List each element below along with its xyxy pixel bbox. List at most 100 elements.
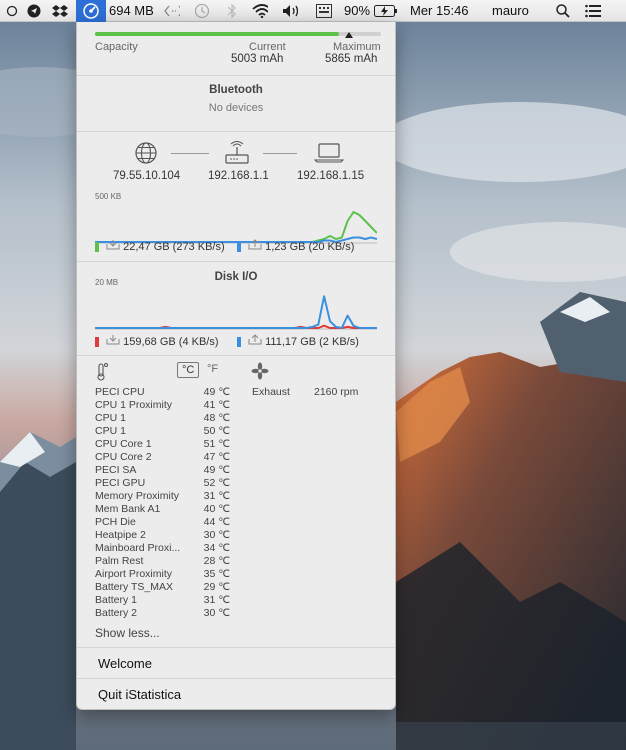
read-swatch xyxy=(95,337,99,348)
sensor-name: Mem Bank A1 xyxy=(95,503,161,515)
sensor-value: 47 ℃ xyxy=(203,451,230,463)
connector-line xyxy=(263,153,297,154)
sensor-row: PCH Die 44 ℃ xyxy=(95,516,230,529)
menu-bar: 694 MB 90% Mer 15:46 mauro xyxy=(0,0,626,22)
sensor-name: Battery 2 xyxy=(95,607,138,619)
sensor-value: 48 ℃ xyxy=(203,412,230,424)
sensor-name: PCH Die xyxy=(95,516,136,528)
write-total: 111,17 GB (2 KB/s) xyxy=(265,336,359,348)
battery-capacity-marker xyxy=(345,32,353,38)
circle-icon[interactable] xyxy=(4,3,20,19)
show-less-link[interactable]: Show less... xyxy=(95,626,160,640)
sensor-name: Battery TS_MAX xyxy=(95,581,174,593)
current-label: Current xyxy=(249,41,286,53)
current-value: 5003 mAh xyxy=(231,53,284,65)
send-icon[interactable] xyxy=(26,3,42,19)
upload-legend: 1,23 GB (20 KB/s) xyxy=(237,239,354,253)
sensor-value: 49 ℃ xyxy=(203,464,230,476)
network-scale-label: 500 KB xyxy=(95,192,122,201)
sensor-row: PECI SA 49 ℃ xyxy=(95,464,230,477)
disk-section: 20 MB Disk I/O 159,68 GB (4 KB/s) 111,17… xyxy=(77,262,395,356)
spotlight-search-icon[interactable] xyxy=(555,3,571,19)
wifi-icon[interactable] xyxy=(252,3,268,19)
sensor-row: Mainboard Proxi... 34 ℃ xyxy=(95,542,230,555)
dropbox-icon[interactable] xyxy=(52,3,68,19)
thermometer-icon xyxy=(95,362,109,387)
sensor-value: 41 ℃ xyxy=(203,399,230,411)
sensor-value: 51 ℃ xyxy=(203,438,230,450)
sensor-row: Battery 1 31 ℃ xyxy=(95,594,230,607)
sensor-name: Airport Proximity xyxy=(95,568,173,580)
write-series-line xyxy=(95,295,377,329)
memory-usage[interactable]: 694 MB xyxy=(109,3,154,19)
upload-total: 1,23 GB (20 KB/s) xyxy=(265,241,355,253)
sensor-row: PECI GPU 52 ℃ xyxy=(95,477,230,490)
maximum-label: Maximum xyxy=(333,41,381,53)
user-name[interactable]: mauro xyxy=(492,3,529,19)
sensor-name: PECI CPU xyxy=(95,386,145,398)
connector-line xyxy=(171,153,209,154)
bluetooth-section: Bluetooth No devices xyxy=(77,76,395,132)
fan-icon xyxy=(251,362,269,385)
laptop-icon xyxy=(313,142,345,169)
sensor-name: Battery 1 xyxy=(95,594,138,606)
sensor-row: Memory Proximity 31 ℃ xyxy=(95,490,230,503)
read-icon xyxy=(106,335,120,348)
router-icon xyxy=(224,141,250,170)
sensor-name: Heatpipe 2 xyxy=(95,529,146,541)
notification-list-icon[interactable] xyxy=(585,3,601,19)
sensor-row: CPU 1 Proximity 41 ℃ xyxy=(95,399,230,412)
sensor-name: Mainboard Proxi... xyxy=(95,542,181,554)
battery-charging-icon[interactable] xyxy=(374,3,398,19)
sensor-row: Mem Bank A1 40 ℃ xyxy=(95,503,230,516)
sensor-name: Palm Rest xyxy=(95,555,144,567)
disk-title: Disk I/O xyxy=(214,271,258,283)
welcome-menu-item[interactable]: Welcome xyxy=(77,649,395,679)
write-legend: 111,17 GB (2 KB/s) xyxy=(237,334,359,348)
disk-chart xyxy=(95,295,377,330)
download-swatch xyxy=(95,242,99,253)
sensor-value: 34 ℃ xyxy=(203,542,230,554)
sensor-row: CPU Core 2 47 ℃ xyxy=(95,451,230,464)
bluetooth-icon[interactable] xyxy=(224,3,240,19)
battery-capacity-bar xyxy=(95,32,381,36)
router-ip[interactable]: 192.168.1.1 xyxy=(208,170,269,182)
write-icon xyxy=(248,334,262,348)
sensor-value: 52 ℃ xyxy=(203,477,230,489)
sensor-name: CPU 1 Proximity xyxy=(95,399,173,411)
fan-speed: 2160 rpm xyxy=(314,386,359,398)
sensor-row: CPU 1 48 ℃ xyxy=(95,412,230,425)
keyboard-input-icon[interactable] xyxy=(316,3,332,19)
sensor-name: CPU Core 1 xyxy=(95,438,152,450)
download-total: 22,47 GB (273 KB/s) xyxy=(123,241,225,253)
sensor-name: Memory Proximity xyxy=(95,490,180,502)
read-total: 159,68 GB (4 KB/s) xyxy=(123,336,219,348)
public-ip[interactable]: 79.55.10.104 xyxy=(113,170,180,182)
upload-swatch xyxy=(237,242,241,253)
time-machine-icon[interactable] xyxy=(194,3,210,19)
code-brackets-icon[interactable] xyxy=(164,3,180,19)
globe-icon xyxy=(134,141,158,170)
volume-icon[interactable] xyxy=(282,3,298,19)
sensor-row: Palm Rest 28 ℃ xyxy=(95,555,230,568)
sensor-value: 49 ℃ xyxy=(203,386,230,398)
sensors-section: °C °F Exhaust 2160 rpm PECI CPU 49 ℃ CPU 1… xyxy=(77,356,395,648)
sensor-value: 40 ℃ xyxy=(203,503,230,515)
istatistica-icon[interactable] xyxy=(83,3,99,19)
local-ip[interactable]: 192.168.1.15 xyxy=(297,170,364,182)
sensor-value: 50 ℃ xyxy=(203,425,230,437)
battery-percent[interactable]: 90% xyxy=(344,3,370,19)
quit-menu-item[interactable]: Quit iStatistica xyxy=(77,680,395,709)
sensor-row: CPU 1 50 ℃ xyxy=(95,425,230,438)
celsius-toggle[interactable]: °C xyxy=(177,362,200,378)
sensor-value: 30 ℃ xyxy=(203,529,230,541)
sensor-value: 29 ℃ xyxy=(203,581,230,593)
sensor-name: PECI GPU xyxy=(95,477,146,489)
clock[interactable]: Mer 15:46 xyxy=(410,3,469,19)
download-icon xyxy=(106,240,120,253)
sensor-row: Battery TS_MAX 29 ℃ xyxy=(95,581,230,594)
sensor-name: CPU 1 xyxy=(95,425,126,437)
fahrenheit-toggle[interactable]: °F xyxy=(207,363,218,375)
sensor-name: PECI SA xyxy=(95,464,137,476)
sensor-value: 35 ℃ xyxy=(203,568,230,580)
